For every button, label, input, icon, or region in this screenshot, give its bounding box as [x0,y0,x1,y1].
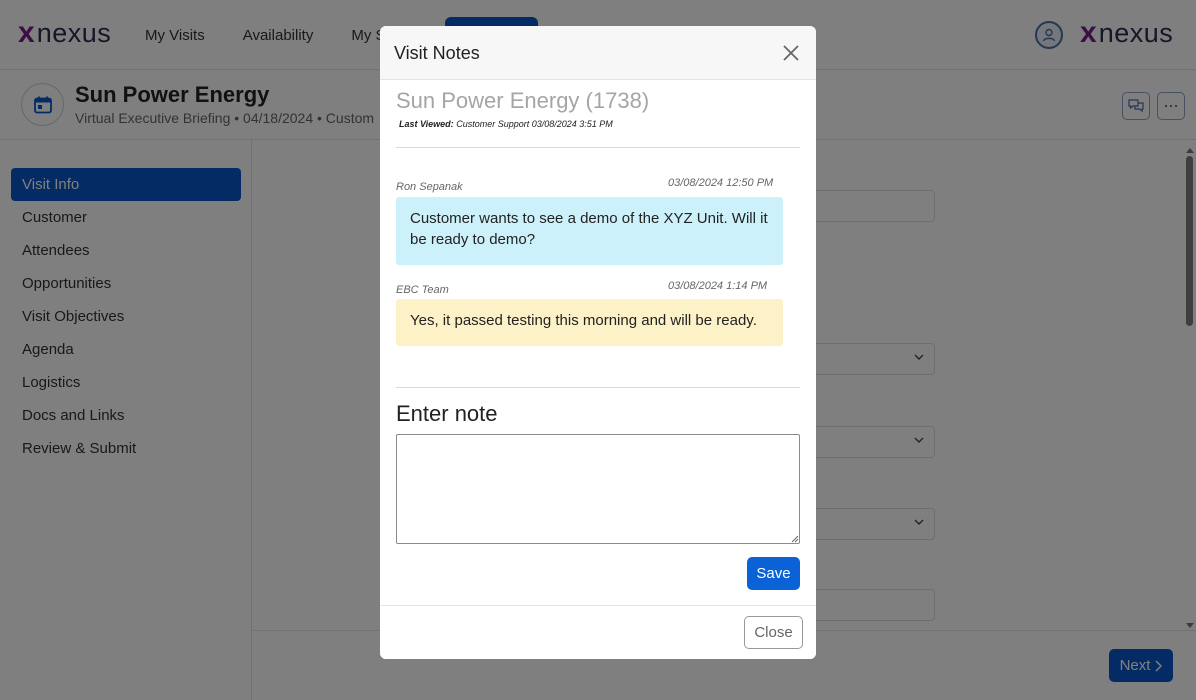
save-button[interactable]: Save [747,557,800,590]
last-viewed-label: Last Viewed: [399,119,454,129]
last-viewed: Last Viewed: Customer Support 03/08/2024… [399,119,613,129]
note-message: Yes, it passed testing this morning and … [396,299,783,346]
divider [396,147,800,148]
divider [396,387,800,388]
note-timestamp: 03/08/2024 12:50 PM [668,177,774,189]
note-message: Customer wants to see a demo of the XYZ … [396,197,783,265]
enter-note-label: Enter note [396,401,498,426]
note-author: Ron Sepanak [396,181,463,193]
modal-footer: Close [380,605,816,659]
modal-title: Visit Notes [394,43,480,63]
note-textarea[interactable] [396,434,800,544]
modal-header: Visit Notes [380,26,816,80]
note-timestamp: 03/08/2024 1:14 PM [668,280,768,292]
close-button[interactable]: Close [744,616,803,649]
visit-notes-modal: Visit Notes Sun Power Energy (1738) Last… [380,26,816,659]
resize-handle-icon[interactable] [791,535,799,543]
close-icon[interactable] [782,44,800,62]
company-name: Sun Power Energy (1738) [396,88,650,113]
last-viewed-value: Customer Support 03/08/2024 3:51 PM [456,119,613,129]
note-author: EBC Team [396,284,449,296]
modal-body: Sun Power Energy (1738) Last Viewed: Cus… [380,80,816,605]
